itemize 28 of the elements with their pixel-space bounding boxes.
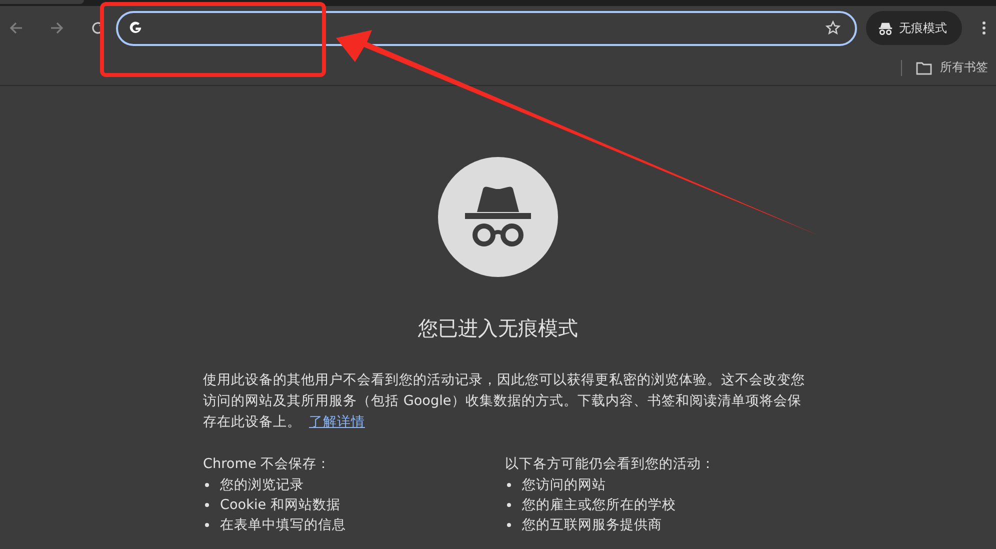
list-item: 您访问的网站 — [522, 476, 606, 494]
google-g-icon — [128, 20, 143, 36]
list-heading: 以下各方可能仍会看到您的活动： — [505, 455, 716, 474]
incognito-mode-button[interactable]: 无痕模式 — [866, 11, 962, 45]
all-bookmarks-button[interactable]: 所有书签 — [916, 59, 988, 76]
bullet-icon — [205, 483, 209, 487]
incognito-icon — [878, 20, 893, 36]
folder-icon — [916, 60, 932, 74]
bookmark-star-icon[interactable] — [825, 20, 841, 36]
list-item: 在表单中填写的信息 — [220, 516, 346, 534]
incognito-icon — [438, 157, 558, 277]
page-title: 您已进入无痕模式 — [418, 315, 578, 342]
description-paragraph: 使用此设备的其他用户不会看到您的活动记录，因此您可以获得更私密的浏览体验。这不会改变您访问的网站及其所用服务（包括 Google）收集数据的方式。下载内容、书签和阅读清单项将会保存在此设备上。 了解详情 — [203, 371, 806, 432]
bullet-icon — [507, 483, 511, 487]
forward-arrow-icon[interactable] — [49, 20, 65, 36]
bullet-icon — [507, 523, 511, 527]
learn-more-link[interactable]: 了解详情 — [309, 414, 365, 430]
list-item: 您的雇主或您所在的学校 — [522, 496, 676, 514]
list-heading: Chrome 不会保存： — [203, 455, 332, 474]
address-bar[interactable] — [116, 10, 857, 46]
bullet-icon — [205, 523, 209, 527]
list-item: 您的浏览记录 — [220, 476, 304, 494]
bullet-icon — [205, 503, 209, 507]
list-item: 您的互联网服务提供商 — [522, 516, 662, 534]
menu-icon[interactable] — [982, 20, 986, 36]
list-item: Cookie 和网站数据 — [220, 496, 340, 514]
back-arrow-icon[interactable] — [8, 20, 24, 36]
bullet-icon — [507, 503, 511, 507]
